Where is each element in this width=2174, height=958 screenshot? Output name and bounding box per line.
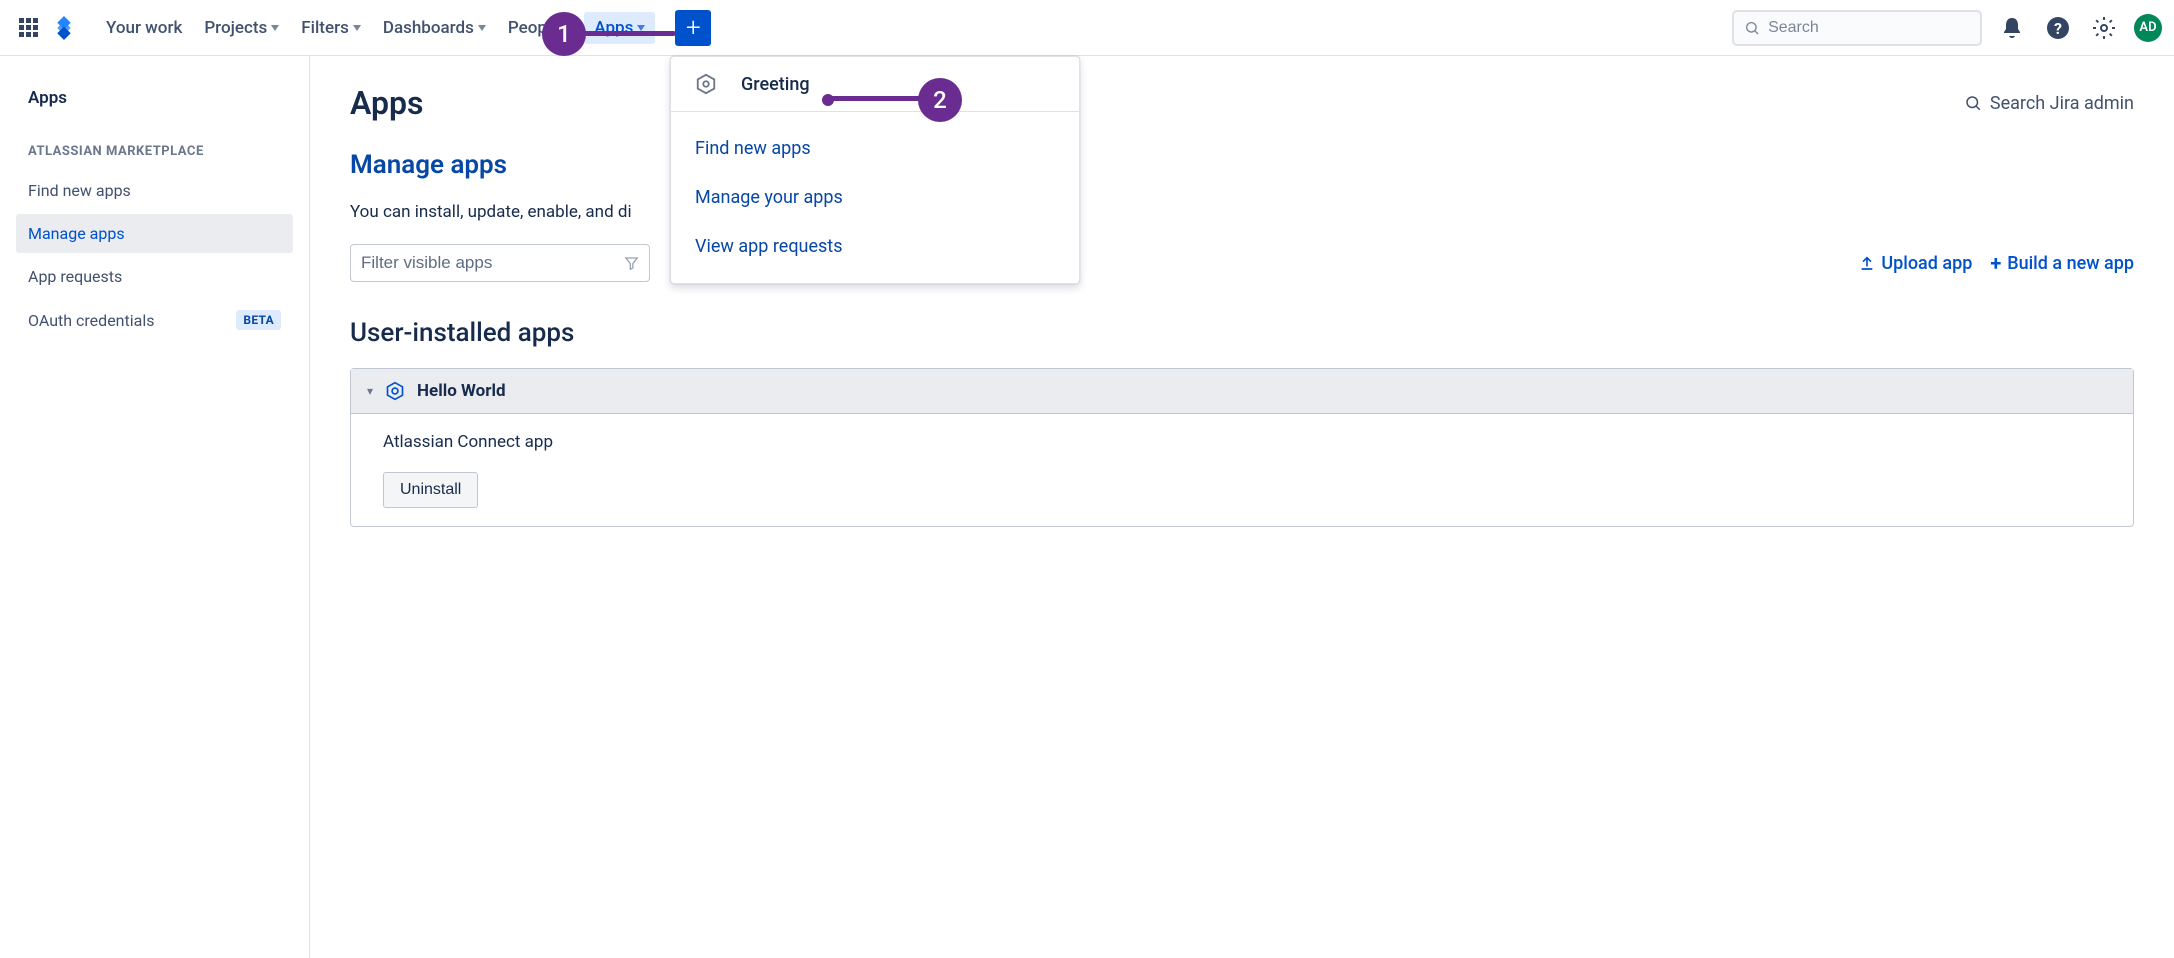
global-search[interactable] (1732, 10, 1982, 46)
create-button[interactable]: + (675, 10, 711, 46)
sidebar-title: Apps (16, 80, 293, 116)
sidebar-item-label: App requests (28, 267, 122, 286)
build-label: Build a new app (2007, 253, 2134, 274)
main-content: Apps Search Jira admin Manage apps You c… (310, 56, 2174, 958)
grid-icon (19, 18, 38, 37)
app-icon (695, 73, 717, 95)
nav-label: Your work (106, 18, 182, 38)
action-links: Upload app + Build a new app (1859, 251, 2134, 275)
chevron-down-icon (637, 25, 645, 31)
plus-icon: + (686, 15, 701, 41)
section-title: Manage apps (350, 150, 2134, 180)
search-input[interactable] (1768, 19, 1970, 37)
dropdown-find-new-apps[interactable]: Find new apps (671, 124, 1079, 173)
settings-icon[interactable] (2088, 12, 2120, 44)
filter-row: User-installed ▾ Upload app + Build a ne… (350, 244, 2134, 282)
app-panel: ▾ Hello World Atlassian Connect app Unin… (350, 368, 2134, 527)
nav-label: Projects (204, 18, 267, 38)
nav-filters[interactable]: Filters (291, 12, 371, 44)
main-header-row: Apps Search Jira admin (350, 84, 2134, 122)
dropdown-links-section: Find new apps Manage your apps View app … (671, 112, 1079, 283)
annotation-line-2 (828, 96, 928, 101)
beta-badge: BETA (236, 310, 281, 330)
chevron-down-icon (353, 25, 361, 31)
greeting-app-item[interactable]: Greeting (695, 73, 1055, 95)
callout-number: 1 (557, 20, 571, 48)
nav-label: Filters (301, 18, 349, 38)
filter-apps-field[interactable] (350, 244, 650, 282)
dropdown-manage-apps[interactable]: Manage your apps (671, 173, 1079, 222)
page-title: Apps (350, 84, 423, 122)
sidebar: Apps ATLASSIAN MARKETPLACE Find new apps… (0, 56, 310, 958)
nav-projects[interactable]: Projects (194, 12, 289, 44)
nav-your-work[interactable]: Your work (96, 12, 192, 44)
nav-apps[interactable]: Apps (584, 12, 655, 44)
section-description: You can install, update, enable, and di (350, 202, 2134, 222)
search-icon (1744, 19, 1760, 37)
sidebar-item-label: Find new apps (28, 181, 131, 200)
sidebar-item-label: OAuth credentials (28, 311, 154, 330)
greeting-label: Greeting (741, 74, 810, 95)
help-icon[interactable]: ? (2042, 12, 2074, 44)
top-nav-left: Your work Projects Filters Dashboards Pe… (12, 10, 711, 46)
nav-label: Dashboards (383, 18, 474, 38)
sidebar-item-manage-apps[interactable]: Manage apps (16, 214, 293, 253)
plus-icon: + (1990, 251, 2001, 275)
nav-dashboards[interactable]: Dashboards (373, 12, 496, 44)
upload-app-link[interactable]: Upload app (1859, 251, 1972, 275)
jira-logo-icon[interactable] (48, 12, 80, 44)
app-panel-body: Atlassian Connect app Uninstall (351, 414, 2133, 526)
callout-number: 2 (933, 86, 947, 114)
search-icon (1964, 94, 1982, 112)
notifications-icon[interactable] (1996, 12, 2028, 44)
app-switcher-icon[interactable] (12, 12, 44, 44)
app-panel-header[interactable]: ▾ Hello World (351, 369, 2133, 414)
admin-search-link[interactable]: Search Jira admin (1964, 93, 2134, 114)
dropdown-view-requests[interactable]: View app requests (671, 222, 1079, 271)
sidebar-item-oauth[interactable]: OAuth credentials BETA (16, 300, 293, 340)
dropdown-item-label: Find new apps (695, 138, 811, 159)
chevron-down-icon (478, 25, 486, 31)
build-app-link[interactable]: + Build a new app (1990, 251, 2134, 275)
dropdown-item-label: Manage your apps (695, 187, 843, 208)
sidebar-section-label: ATLASSIAN MARKETPLACE (16, 144, 293, 171)
upload-label: Upload app (1881, 253, 1972, 274)
sidebar-item-find-apps[interactable]: Find new apps (16, 171, 293, 210)
filter-input[interactable] (361, 253, 624, 273)
annotation-dot-2 (822, 94, 834, 106)
chevron-down-icon: ▾ (367, 384, 373, 398)
app-description: Atlassian Connect app (383, 432, 2101, 452)
dropdown-featured-section: Greeting (671, 57, 1079, 112)
chevron-down-icon (271, 25, 279, 31)
sidebar-item-app-requests[interactable]: App requests (16, 257, 293, 296)
app-name: Hello World (417, 381, 506, 401)
subsection-title: User-installed apps (350, 318, 2134, 348)
sidebar-item-label: Manage apps (28, 224, 125, 243)
apps-dropdown: Greeting Find new apps Manage your apps … (670, 56, 1080, 284)
dropdown-item-label: View app requests (695, 236, 843, 257)
avatar-initials: AD (2139, 20, 2156, 35)
app-icon (385, 381, 405, 401)
top-navigation: Your work Projects Filters Dashboards Pe… (0, 0, 2174, 56)
body-wrap: Apps ATLASSIAN MARKETPLACE Find new apps… (0, 56, 2174, 958)
svg-text:?: ? (2054, 19, 2062, 38)
avatar[interactable]: AD (2134, 14, 2162, 42)
uninstall-button[interactable]: Uninstall (383, 472, 478, 508)
admin-search-label: Search Jira admin (1990, 93, 2134, 114)
annotation-callout-2: 2 (918, 78, 962, 122)
upload-icon (1859, 255, 1875, 271)
filter-icon (624, 255, 639, 271)
annotation-callout-1: 1 (542, 12, 586, 56)
annotation-line-1 (584, 31, 676, 36)
top-nav-right: ? AD (1732, 10, 2162, 46)
